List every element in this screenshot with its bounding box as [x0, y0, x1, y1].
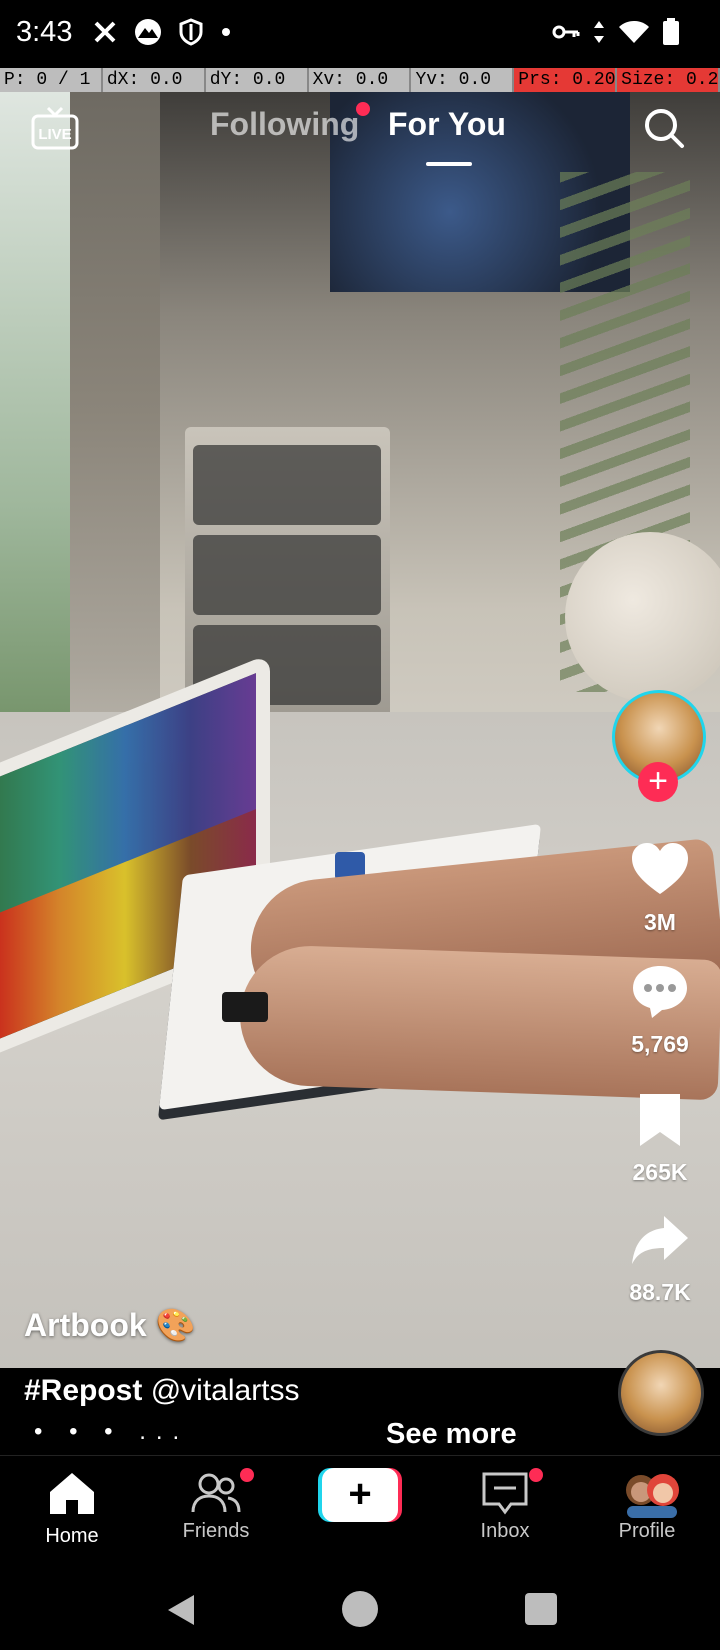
active-tab-indicator — [426, 162, 472, 166]
caption-mention[interactable]: @vitalartss — [151, 1374, 300, 1407]
comment-icon — [633, 966, 687, 1018]
inbox-badge — [529, 1468, 543, 1482]
like-button[interactable]: 3M — [600, 840, 720, 936]
debug-pressure: Prs: 0.20 — [514, 68, 618, 92]
following-notification-dot — [356, 102, 370, 116]
debug-yv: Yv: 0.0 — [411, 68, 515, 92]
live-button[interactable]: LIVE — [30, 106, 80, 150]
share-button[interactable]: 88.7K — [600, 1210, 720, 1306]
inbox-icon — [482, 1472, 528, 1515]
top-nav: LIVE Following For You — [0, 92, 720, 182]
status-right-icons — [552, 18, 680, 46]
share-count: 88.7K — [629, 1279, 691, 1305]
see-more-button[interactable]: See more — [386, 1418, 517, 1451]
live-tv-icon: LIVE — [31, 106, 79, 150]
vpn-key-icon — [552, 25, 580, 39]
nav-inbox-label: Inbox — [480, 1520, 530, 1542]
comment-button[interactable]: 5,769 — [600, 962, 720, 1058]
caption-hashtag[interactable]: #Repost — [24, 1374, 142, 1407]
friends-icon — [191, 1473, 241, 1513]
data-arrows-icon — [594, 21, 604, 43]
nav-profile[interactable]: Profile — [577, 1470, 717, 1543]
back-icon[interactable] — [164, 1593, 198, 1627]
bottom-nav: Home Friends + Inbox Profile — [0, 1455, 720, 1576]
pointer-location-bar: P: 0 / 1 dX: 0.0 dY: 0.0 Xv: 0.0 Yv: 0.0… — [0, 68, 720, 92]
recents-icon[interactable] — [525, 1593, 557, 1625]
friends-icon-wrap — [190, 1468, 254, 1516]
dot-icon — [222, 28, 230, 36]
shield-icon — [179, 18, 203, 46]
video-scene-black-clip — [222, 992, 268, 1022]
battery-icon — [663, 18, 679, 45]
debug-xv: Xv: 0.0 — [309, 68, 412, 92]
home-icon — [50, 1473, 94, 1514]
nav-home-label: Home — [45, 1525, 99, 1547]
follow-button[interactable]: + — [638, 762, 678, 802]
nav-inbox[interactable]: Inbox — [435, 1468, 575, 1543]
nav-profile-label: Profile — [618, 1520, 676, 1542]
live-label: LIVE — [38, 126, 71, 143]
share-arrow-icon — [632, 1216, 688, 1264]
profile-icon-wrap — [621, 1470, 679, 1518]
system-nav-bar — [0, 1575, 720, 1650]
debug-dy: dY: 0.0 — [206, 68, 309, 92]
debug-size: Size: 0.20 — [617, 68, 720, 92]
inbox-icon-wrap — [479, 1468, 543, 1516]
create-button[interactable]: + — [318, 1468, 402, 1522]
wifi-icon — [619, 21, 649, 43]
status-bar: 3:43 — [0, 0, 720, 68]
friends-badge — [240, 1468, 254, 1482]
debug-dx: dX: 0.0 — [103, 68, 206, 92]
music-disc[interactable] — [618, 1350, 704, 1436]
tab-following[interactable]: Following — [210, 106, 359, 143]
caption-text: #Repost @vitalartss — [24, 1374, 300, 1408]
bookmark-button[interactable]: 265K — [600, 1090, 720, 1186]
home-system-icon[interactable] — [342, 1591, 378, 1627]
create-plus-icon: + — [322, 1468, 398, 1522]
tab-for-you[interactable]: For You — [388, 106, 506, 143]
nav-friends[interactable]: Friends — [146, 1468, 286, 1543]
nav-friends-label: Friends — [182, 1520, 250, 1542]
search-button[interactable] — [642, 106, 686, 150]
search-icon — [645, 109, 684, 148]
profile-avatar-icon — [626, 1474, 679, 1518]
bookmark-icon — [640, 1094, 680, 1146]
nav-home[interactable]: Home — [2, 1470, 142, 1548]
like-count: 3M — [644, 909, 676, 935]
bookmark-count: 265K — [632, 1159, 688, 1185]
mountain-app-icon — [135, 19, 161, 45]
caption-area: #Repost @vitalartss • • • ... See more — [0, 1368, 720, 1454]
comment-count: 5,769 — [631, 1031, 689, 1057]
status-time: 3:43 — [16, 16, 73, 48]
close-x-icon — [94, 21, 116, 43]
caption-truncated: • • • ... — [34, 1418, 190, 1445]
status-left-icons — [92, 18, 232, 46]
video-scene-window — [0, 92, 70, 782]
heart-icon — [632, 843, 688, 894]
video-title: Artbook 🎨 — [24, 1307, 196, 1343]
debug-pointer-count: P: 0 / 1 — [0, 68, 103, 92]
